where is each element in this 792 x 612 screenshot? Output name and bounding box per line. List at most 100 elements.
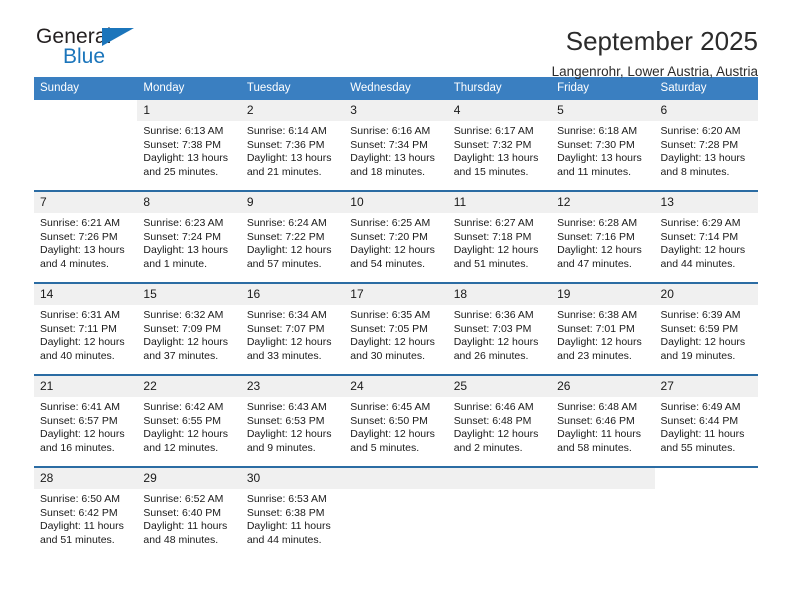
- calendar-day-cell[interactable]: 15 Sunrise: 6:32 AM Sunset: 7:09 PM Dayligh…: [137, 282, 241, 375]
- calendar-day-cell[interactable]: 18 Sunrise: 6:36 AM Sunset: 7:03 PM Dayligh…: [447, 282, 552, 375]
- calendar-day-cell[interactable]: 27 Sunrise: 6:49 AM Sunset: 6:44 PM Dayligh…: [654, 374, 758, 467]
- page-header: General Blue September 2025 Langenrohr, …: [34, 0, 758, 80]
- daylight-duration-line2: and 15 minutes.: [453, 165, 529, 178]
- day-details: Sunrise: 6:34 AM Sunset: 7:07 PM Daylight:…: [241, 305, 344, 363]
- sunset-time: Sunset: 7:24 PM: [143, 230, 222, 243]
- calendar-day-cell[interactable]: 23 Sunrise: 6:43 AM Sunset: 6:53 PM Dayligh…: [240, 374, 345, 467]
- sunrise-time: Sunrise: 6:42 AM: [143, 401, 224, 413]
- daylight-duration-line1: Daylight: 12 hours: [453, 244, 539, 257]
- calendar-day-cell[interactable]: 20 Sunrise: 6:39 AM Sunset: 6:59 PM Dayligh…: [654, 282, 758, 375]
- daylight-duration-line2: and 21 minutes.: [246, 165, 322, 178]
- day-number: 7: [34, 192, 138, 213]
- calendar-day-cell[interactable]: 26 Sunrise: 6:48 AM Sunset: 6:46 PM Dayligh…: [551, 374, 655, 467]
- day-details: Sunrise: 6:43 AM Sunset: 6:53 PM Daylight:…: [241, 397, 344, 455]
- sunset-time: Sunset: 7:01 PM: [557, 322, 635, 335]
- calendar-day-cell[interactable]: 25 Sunrise: 6:46 AM Sunset: 6:48 PM Dayligh…: [447, 374, 552, 467]
- day-number: 21: [34, 376, 138, 397]
- general-blue-logo[interactable]: General Blue: [34, 26, 166, 74]
- calendar-day-cell[interactable]: 19 Sunrise: 6:38 AM Sunset: 7:01 PM Dayligh…: [551, 282, 655, 375]
- day-number: 29: [137, 468, 241, 489]
- calendar-day-cell[interactable]: 22 Sunrise: 6:42 AM Sunset: 6:55 PM Dayligh…: [137, 374, 241, 467]
- calendar-day-cell[interactable]: 14 Sunrise: 6:31 AM Sunset: 7:11 PM Dayligh…: [34, 282, 138, 375]
- calendar-day-cell[interactable]: [34, 100, 137, 191]
- day-number: 4: [447, 100, 552, 121]
- logo-text-blue: Blue: [63, 45, 106, 68]
- calendar-day-cell[interactable]: 4 Sunrise: 6:17 AM Sunset: 7:32 PM Daylight…: [447, 100, 552, 191]
- sunset-time: Sunset: 7:11 PM: [40, 322, 117, 335]
- sunrise-time: Sunrise: 6:16 AM: [350, 125, 431, 137]
- day-number: 1: [137, 100, 241, 121]
- daylight-duration-line2: and 51 minutes.: [453, 257, 529, 270]
- day-details: Sunrise: 6:21 AM Sunset: 7:26 PM Daylight:…: [34, 213, 137, 271]
- daylight-duration-line2: and 26 minutes.: [453, 349, 529, 362]
- day-number: 25: [447, 376, 552, 397]
- day-details: Sunrise: 6:29 AM Sunset: 7:14 PM Daylight:…: [655, 213, 758, 271]
- calendar-day-cell[interactable]: 5 Sunrise: 6:18 AM Sunset: 7:30 PM Daylight…: [551, 100, 655, 191]
- daylight-duration-line2: and 57 minutes.: [246, 257, 322, 270]
- sunset-time: Sunset: 7:28 PM: [660, 138, 739, 151]
- day-number: 11: [447, 192, 552, 213]
- sunset-time: Sunset: 7:38 PM: [143, 138, 222, 151]
- calendar-day-cell[interactable]: 28 Sunrise: 6:50 AM Sunset: 6:42 PM Dayligh…: [34, 466, 138, 558]
- calendar-day-cell[interactable]: 16 Sunrise: 6:34 AM Sunset: 7:07 PM Dayligh…: [240, 282, 345, 375]
- daylight-duration-line2: and 54 minutes.: [350, 257, 425, 270]
- sunset-time: Sunset: 7:14 PM: [660, 230, 739, 243]
- day-details: Sunrise: 6:45 AM Sunset: 6:50 PM Daylight:…: [344, 397, 447, 455]
- sunrise-time: Sunrise: 6:18 AM: [557, 125, 638, 137]
- day-number: 5: [551, 100, 655, 121]
- calendar-day-cell[interactable]: [344, 466, 448, 558]
- calendar-day-cell[interactable]: 12 Sunrise: 6:28 AM Sunset: 7:16 PM Dayligh…: [551, 190, 655, 283]
- sunrise-time: Sunrise: 6:29 AM: [660, 217, 741, 229]
- day-details: Sunrise: 6:27 AM Sunset: 7:18 PM Daylight:…: [448, 213, 551, 271]
- calendar-day-cell[interactable]: [447, 466, 552, 558]
- daylight-duration-line1: Daylight: 13 hours: [246, 152, 332, 165]
- calendar-day-cell[interactable]: 2 Sunrise: 6:14 AM Sunset: 7:36 PM Daylight…: [240, 100, 345, 191]
- calendar-day-cell[interactable]: 9 Sunrise: 6:24 AM Sunset: 7:22 PM Daylight…: [240, 190, 345, 283]
- day-number: [447, 468, 552, 489]
- calendar-day-cell[interactable]: 13 Sunrise: 6:29 AM Sunset: 7:14 PM Dayligh…: [654, 190, 758, 283]
- calendar-day-cell[interactable]: [551, 466, 655, 558]
- day-details: Sunrise: 6:41 AM Sunset: 6:57 PM Daylight:…: [34, 397, 137, 455]
- daylight-duration-line2: and 12 minutes.: [143, 441, 219, 454]
- day-details: Sunrise: 6:52 AM Sunset: 6:40 PM Daylight:…: [137, 489, 240, 547]
- daylight-duration-line2: and 11 minutes.: [557, 165, 632, 178]
- calendar-day-cell[interactable]: 7 Sunrise: 6:21 AM Sunset: 7:26 PM Daylight…: [34, 190, 138, 283]
- sunrise-time: Sunrise: 6:17 AM: [453, 125, 534, 137]
- calendar-day-cell[interactable]: 1 Sunrise: 6:13 AM Sunset: 7:38 PM Daylight…: [137, 100, 241, 191]
- daylight-duration-line1: Daylight: 12 hours: [246, 244, 332, 257]
- sunrise-time: Sunrise: 6:38 AM: [557, 309, 638, 321]
- calendar-day-cell[interactable]: [654, 466, 758, 558]
- calendar-day-cell[interactable]: 11 Sunrise: 6:27 AM Sunset: 7:18 PM Dayligh…: [447, 190, 552, 283]
- sunset-time: Sunset: 7:07 PM: [246, 322, 325, 335]
- calendar-week-row: 21 Sunrise: 6:41 AM Sunset: 6:57 PM Dayligh…: [34, 374, 758, 467]
- day-number: 6: [654, 100, 758, 121]
- sunset-time: Sunset: 6:57 PM: [40, 414, 118, 427]
- sunrise-time: Sunrise: 6:50 AM: [40, 493, 120, 505]
- sunrise-time: Sunrise: 6:23 AM: [143, 217, 224, 229]
- daylight-duration-line1: Daylight: 11 hours: [660, 428, 745, 441]
- calendar-day-cell[interactable]: 10 Sunrise: 6:25 AM Sunset: 7:20 PM Dayligh…: [344, 190, 448, 283]
- calendar-day-cell[interactable]: 21 Sunrise: 6:41 AM Sunset: 6:57 PM Dayligh…: [34, 374, 138, 467]
- day-details: Sunrise: 6:23 AM Sunset: 7:24 PM Daylight:…: [137, 213, 240, 271]
- sunrise-time: Sunrise: 6:53 AM: [246, 493, 327, 505]
- day-number: 9: [240, 192, 345, 213]
- calendar-day-cell[interactable]: 30 Sunrise: 6:53 AM Sunset: 6:38 PM Dayligh…: [240, 466, 345, 558]
- calendar-day-cell[interactable]: 6 Sunrise: 6:20 AM Sunset: 7:28 PM Daylight…: [654, 100, 758, 191]
- day-details: Sunrise: 6:48 AM Sunset: 6:46 PM Daylight:…: [551, 397, 654, 455]
- daylight-duration-line2: and 1 minute.: [143, 257, 208, 270]
- day-number: 17: [344, 284, 448, 305]
- calendar-day-cell[interactable]: 3 Sunrise: 6:16 AM Sunset: 7:34 PM Daylight…: [344, 100, 448, 191]
- calendar-day-cell[interactable]: 29 Sunrise: 6:52 AM Sunset: 6:40 PM Dayligh…: [137, 466, 241, 558]
- sunrise-time: Sunrise: 6:43 AM: [246, 401, 327, 413]
- sunset-time: Sunset: 7:36 PM: [246, 138, 325, 151]
- calendar-day-cell[interactable]: 8 Sunrise: 6:23 AM Sunset: 7:24 PM Daylight…: [137, 190, 241, 283]
- day-number: 30: [240, 468, 345, 489]
- calendar-day-cell[interactable]: 24 Sunrise: 6:45 AM Sunset: 6:50 PM Dayligh…: [344, 374, 448, 467]
- sunrise-time: Sunrise: 6:46 AM: [453, 401, 534, 413]
- calendar-day-cell[interactable]: 17 Sunrise: 6:35 AM Sunset: 7:05 PM Dayligh…: [344, 282, 448, 375]
- sunrise-time: Sunrise: 6:35 AM: [350, 309, 431, 321]
- sunrise-sunset-calendar: Sunday Monday Tuesday Wednesday Thursday…: [34, 77, 758, 558]
- daylight-duration-line1: Daylight: 11 hours: [557, 428, 641, 441]
- day-details: Sunrise: 6:38 AM Sunset: 7:01 PM Daylight:…: [551, 305, 654, 363]
- sunset-time: Sunset: 7:26 PM: [40, 230, 118, 243]
